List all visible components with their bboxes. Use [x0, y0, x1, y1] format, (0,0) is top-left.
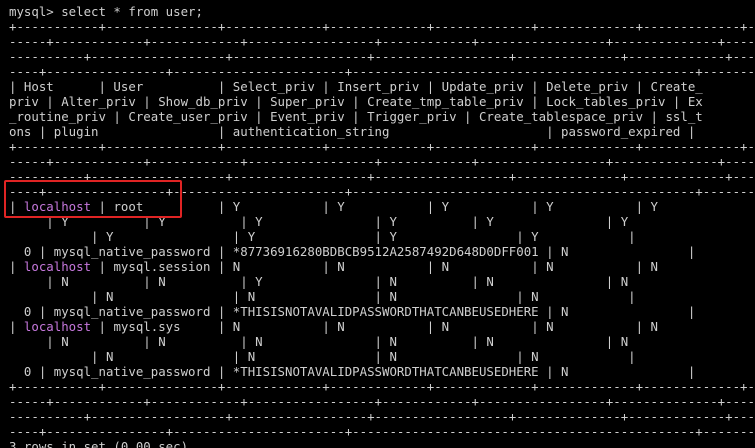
output-line: -----+------------+------------+--------… — [9, 34, 755, 49]
output-line: -----+------------+------------+--------… — [9, 154, 755, 169]
output-line: ----+----------------+------------------… — [9, 424, 755, 439]
output-line: | N | N | Y | N | N | N — [9, 274, 629, 289]
output-line: -----+------------+------------+--------… — [9, 394, 755, 409]
output-line: ----------+------------------+----------… — [9, 409, 755, 424]
output-line: 0 | mysql_native_password | *THISISNOTAV… — [9, 364, 696, 379]
output-line: ----------+------------------+----------… — [9, 169, 755, 184]
output-line: | Y | Y | Y | Y | — [9, 229, 636, 244]
output-line: _routine_priv | Create_user_priv | Event… — [9, 109, 703, 124]
host-value: localhost — [23, 259, 92, 274]
terminal-window[interactable]: mysql> select * from user; +-----------+-… — [0, 0, 755, 448]
output-line: ons | plugin | authentication_string | p… — [9, 124, 696, 139]
output-line: +-----------+---------------+-----------… — [9, 19, 755, 34]
host-value: localhost — [23, 199, 92, 214]
command-line: mysql> select * from user; — [9, 4, 203, 19]
output-line: | N | N | N | N | — [9, 289, 636, 304]
output-line: ----+----------------+------------------… — [9, 64, 755, 79]
output-line: 3 rows in set (0.00 sec) — [9, 439, 189, 448]
output-line: +-----------+---------------+-----------… — [9, 139, 755, 154]
output-line: | Y | Y | Y | Y | Y | Y — [9, 214, 629, 229]
output-line: ----+----------------+------------------… — [9, 184, 755, 199]
output-line: | N | N | N | N | — [9, 349, 636, 364]
output-line: 0 | mysql_native_password | *87736916280… — [9, 244, 696, 259]
host-value: localhost — [23, 319, 92, 334]
output-line: priv | Alter_priv | Show_db_priv | Super… — [9, 94, 703, 109]
output-line: 0 | mysql_native_password | *THISISNOTAV… — [9, 304, 696, 319]
output-line: | N | N | N | N | N | N — [9, 334, 629, 349]
output-line: | localhost | mysql.session | N | N | N … — [9, 259, 659, 274]
output-line: +-----------+---------------+-----------… — [9, 379, 755, 394]
output-line: ----------+------------------+----------… — [9, 49, 755, 64]
output-line: | localhost | root | Y | Y | Y | Y | Y — [9, 199, 659, 214]
output-line: | Host | User | Select_priv | Insert_pri… — [9, 79, 703, 94]
output-line: | localhost | mysql.sys | N | N | N | N … — [9, 319, 659, 334]
